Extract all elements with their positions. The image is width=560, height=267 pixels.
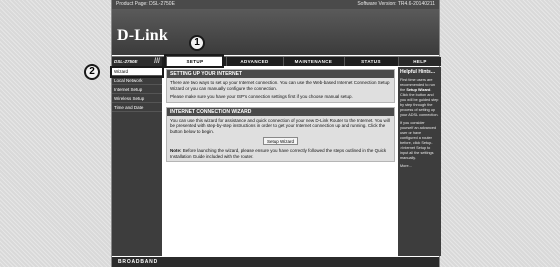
connection-wizard-text: You can use this wizard for assistance a… (170, 117, 390, 134)
sidebar-item-wireless-setup[interactable]: Wireless Setup (112, 94, 162, 103)
sidebar-item-internet-setup[interactable]: Internet Setup (112, 85, 162, 94)
sidebar-item-time-and-date[interactable]: Time and Date (112, 103, 162, 112)
wizard-note: Note: Before launching the wizard, pleas… (170, 148, 391, 159)
tab-help[interactable]: HELP (398, 57, 441, 66)
callout-1: 1 (189, 35, 205, 51)
top-info-bar: Product Page: DSL-2750E Software Version… (112, 0, 439, 9)
helpful-hints-title: Helpful Hints... (400, 69, 435, 75)
more-link[interactable]: More... (400, 164, 439, 169)
setup-internet-body: There are two ways to set up your Intern… (167, 78, 394, 102)
header-banner: D-Link (112, 9, 439, 55)
wizard-item-highlight (110, 66, 164, 78)
tab-status[interactable]: STATUS (344, 57, 397, 66)
main-content: SETTING UP YOUR INTERNET There are two w… (164, 67, 396, 256)
software-version-label: Software Version: TR4.6-20140211 (357, 1, 435, 7)
broadband-footer: BROADBAND (112, 257, 439, 267)
helpful-hints-text-1: First time users are recommended to run … (400, 78, 439, 118)
setup-wizard-button[interactable]: Setup Wizard (262, 137, 298, 145)
connection-wizard-body: You can use this wizard for assistance a… (167, 115, 394, 161)
setup-internet-text-2: Please make sure you have your ISP's con… (170, 94, 353, 99)
setup-wizard-button-row: Setup Wizard (170, 137, 391, 145)
model-decoration: /// (154, 58, 160, 65)
wizard-note-text: Before launching the wizard, please ensu… (170, 148, 387, 159)
helpful-hints-text-2: If you consider yourself an advanced use… (400, 121, 437, 160)
callout-2: 2 (84, 64, 100, 80)
wizard-note-label: Note: (170, 148, 182, 153)
dlink-logo: D-Link (117, 27, 168, 44)
tab-advanced[interactable]: ADVANCED (226, 57, 282, 66)
hint-text-c: . Click the button and you will be guide… (400, 88, 439, 117)
connection-wizard-title: INTERNET CONNECTION WIZARD (167, 107, 394, 116)
setup-internet-title: SETTING UP YOUR INTERNET (167, 70, 394, 78)
model-label: DSL-2750E /// (112, 57, 162, 66)
product-page-label: Product Page: DSL-2750E (116, 1, 175, 7)
setup-tab-highlight (164, 54, 224, 68)
router-admin-page: Product Page: DSL-2750E Software Version… (111, 0, 441, 267)
tab-maintenance[interactable]: MAINTENANCE (283, 57, 343, 66)
main-navigation: DSL-2750E /// SETUP ADVANCED MAINTENANCE… (112, 56, 441, 67)
helpful-hints-panel: Helpful Hints... First time users are re… (398, 67, 441, 256)
connection-wizard-box: INTERNET CONNECTION WIZARD You can use t… (166, 106, 395, 162)
model-name: DSL-2750E (114, 59, 138, 64)
setup-internet-text-1: There are two ways to set up your Intern… (170, 80, 390, 91)
setup-internet-box: SETTING UP YOUR INTERNET There are two w… (166, 69, 395, 103)
hint-setup-wizard-term: Setup Wizard (406, 88, 431, 92)
sidebar: Wizard Local Network Internet Setup Wire… (112, 67, 162, 256)
